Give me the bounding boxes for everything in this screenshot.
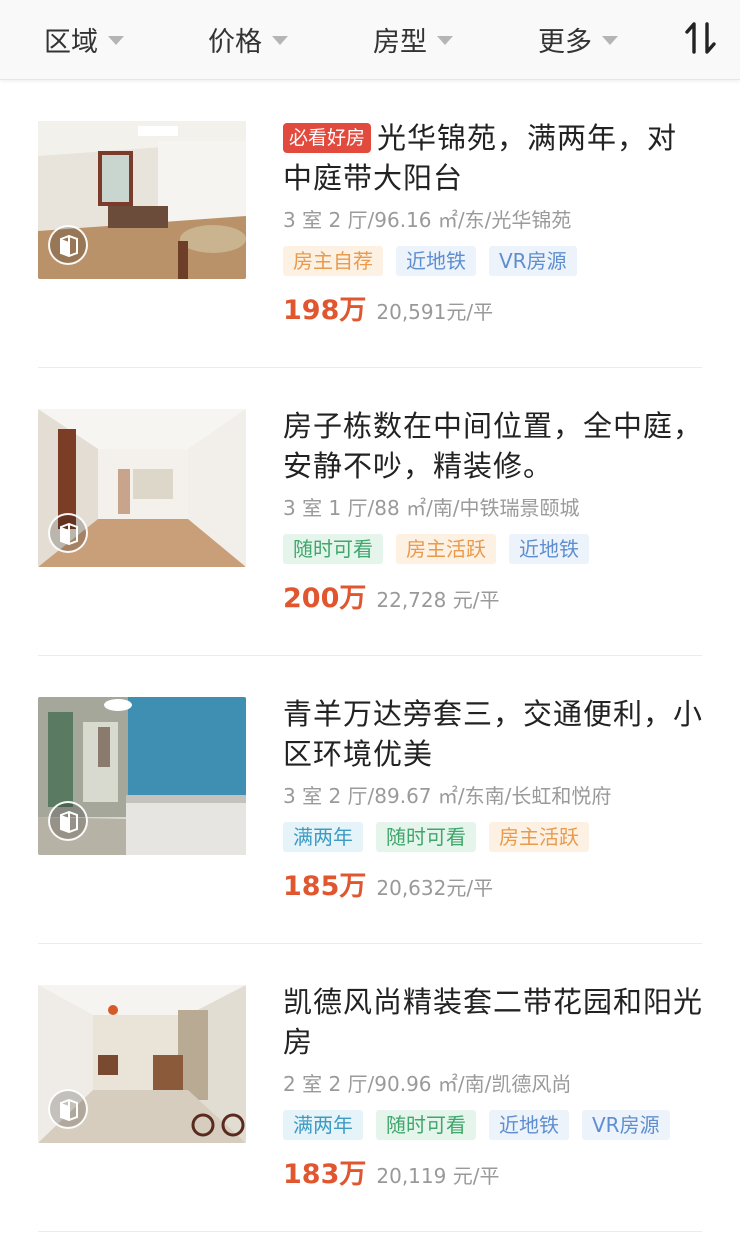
price-row: 183万 20,119 元/平 [283, 1152, 703, 1191]
listing-tags: 随时可看 房主活跃 近地铁 [283, 534, 703, 564]
unit-price: 22,728 元/平 [376, 588, 500, 612]
listing-title[interactable]: 必看好房 光华锦苑，满两年，对中庭带大阳台 [283, 118, 703, 198]
listing-tags: 满两年 随时可看 房主活跃 [283, 822, 703, 852]
total-price: 198万 [283, 295, 367, 326]
listing-title[interactable]: 房子栋数在中间位置，全中庭，安静不吵，精装修。 [283, 406, 703, 486]
tag: 房主自荐 [283, 246, 383, 276]
listing-meta: 3 室 1 厅/88 ㎡/南/中铁瑞景颐城 [283, 496, 580, 520]
listing-meta: 3 室 2 厅/89.67 ㎡/东南/长虹和悦府 [283, 784, 612, 808]
tag: 房主活跃 [396, 534, 496, 564]
filter-area-label: 区域 [44, 26, 98, 58]
sort-button[interactable] [684, 20, 718, 56]
tag: VR房源 [489, 246, 577, 276]
tag: 随时可看 [283, 534, 383, 564]
unit-price: 20,591元/平 [376, 300, 494, 324]
total-price: 183万 [283, 1159, 367, 1190]
vr-badge [48, 1089, 88, 1129]
filter-bar: 区域 价格 房型 更多 [0, 0, 740, 80]
tag: 近地铁 [509, 534, 589, 564]
filter-layout-label: 房型 [373, 26, 427, 58]
price-row: 200万 22,728 元/平 [283, 576, 703, 615]
tag: 随时可看 [376, 1110, 476, 1140]
filter-more[interactable]: 更多 [538, 0, 618, 78]
caret-down-icon [602, 35, 618, 45]
caret-down-icon [272, 35, 288, 45]
caret-down-icon [437, 35, 453, 45]
tag: VR房源 [582, 1110, 670, 1140]
tag: 满两年 [283, 1110, 363, 1140]
filter-area[interactable]: 区域 [44, 0, 124, 78]
listing-photo[interactable] [38, 985, 246, 1143]
listing-card[interactable]: 青羊万达旁套三，交通便利，小区环境优美 3 室 2 厅/89.67 ㎡/东南/长… [0, 656, 740, 944]
unit-price: 20,119 元/平 [376, 1164, 500, 1188]
listing-meta: 2 室 2 厅/90.96 ㎡/南/凯德风尚 [283, 1072, 572, 1096]
vr-badge [48, 513, 88, 553]
total-price: 200万 [283, 583, 367, 614]
unit-price: 20,632元/平 [376, 876, 494, 900]
listing-photo[interactable] [38, 121, 246, 279]
listing-card[interactable]: 凯德风尚精装套二带花园和阳光房 2 室 2 厅/90.96 ㎡/南/凯德风尚 满… [0, 944, 740, 1232]
listing-tags: 房主自荐 近地铁 VR房源 [283, 246, 703, 276]
listing-photo[interactable] [38, 697, 246, 855]
vr-badge [48, 801, 88, 841]
listing-photo[interactable] [38, 409, 246, 567]
listing-tags: 满两年 随时可看 近地铁 VR房源 [283, 1110, 703, 1140]
tag: 随时可看 [376, 822, 476, 852]
caret-down-icon [108, 35, 124, 45]
tag: 满两年 [283, 822, 363, 852]
filter-price[interactable]: 价格 [208, 0, 288, 78]
listing-title[interactable]: 青羊万达旁套三，交通便利，小区环境优美 [283, 694, 703, 774]
price-row: 198万 20,591元/平 [283, 288, 703, 327]
vr-cube-icon [60, 235, 78, 257]
tag: 房主活跃 [489, 822, 589, 852]
vr-badge [48, 225, 88, 265]
listing-card[interactable]: 必看好房 光华锦苑，满两年，对中庭带大阳台 3 室 2 厅/96.16 ㎡/东/光… [0, 80, 740, 368]
sort-icon [685, 22, 716, 54]
vr-cube-icon [60, 811, 78, 833]
price-row: 185万 20,632元/平 [283, 864, 703, 903]
vr-cube-icon [60, 1099, 78, 1121]
must-see-badge: 必看好房 [283, 123, 372, 153]
vr-cube-icon [60, 523, 78, 545]
tag: 近地铁 [396, 246, 476, 276]
filter-price-label: 价格 [208, 26, 262, 58]
divider [38, 1231, 702, 1232]
listing-title[interactable]: 凯德风尚精装套二带花园和阳光房 [283, 982, 703, 1062]
filter-layout[interactable]: 房型 [373, 0, 453, 78]
tag: 近地铁 [489, 1110, 569, 1140]
total-price: 185万 [283, 871, 367, 902]
listing-card[interactable]: 房子栋数在中间位置，全中庭，安静不吵，精装修。 3 室 1 厅/88 ㎡/南/中… [0, 368, 740, 656]
listing-meta: 3 室 2 厅/96.16 ㎡/东/光华锦苑 [283, 208, 572, 232]
filter-more-label: 更多 [538, 26, 592, 58]
